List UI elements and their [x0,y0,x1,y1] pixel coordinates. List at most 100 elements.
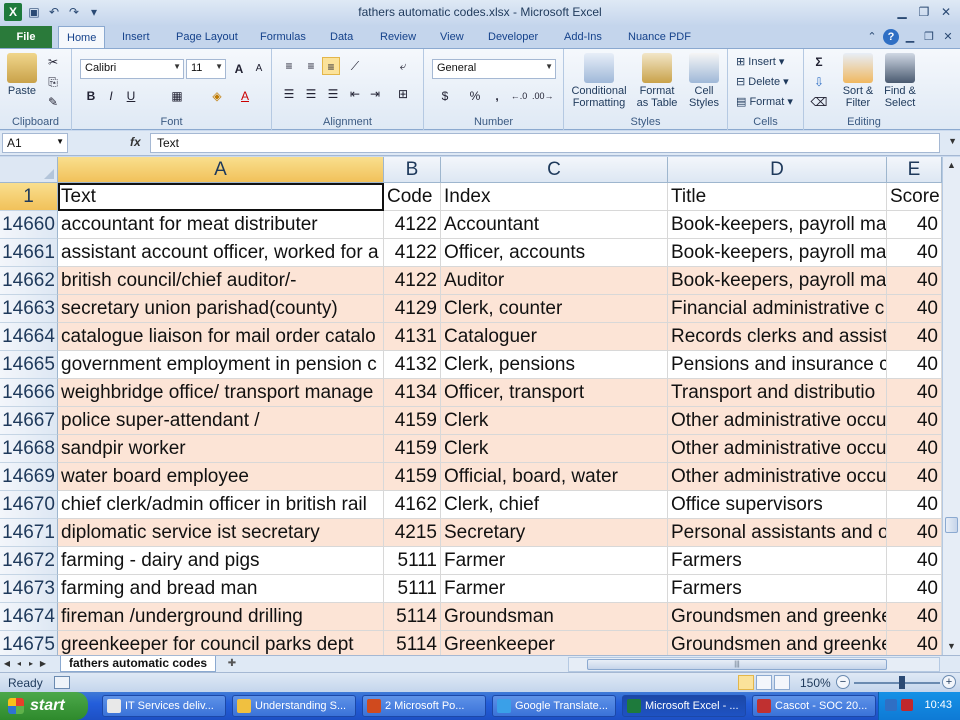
page-break-view-icon[interactable] [774,675,790,690]
align-right-icon[interactable]: ☰ [324,85,342,103]
format-painter-icon[interactable]: ✎ [44,93,62,111]
tab-review[interactable]: Review [372,26,424,48]
merge-center-icon[interactable]: ⊞ [394,85,412,103]
taskbar-item-cascot[interactable]: Cascot - SOC 20... [752,695,876,717]
tab-view[interactable]: View [432,26,472,48]
tab-nuance-pdf[interactable]: Nuance PDF [620,26,699,48]
cell-a[interactable]: government employment in pension c [58,351,384,379]
horizontal-scrollbar[interactable]: ||| [568,657,940,672]
row-header[interactable]: 14674 [0,603,58,631]
cell-a[interactable]: Text [58,183,384,211]
prev-sheet-icon[interactable]: ◂ [14,657,24,671]
column-header-d[interactable]: D [668,157,887,183]
column-header-a[interactable]: A [58,157,384,183]
cell-a[interactable]: catalogue liaison for mail order catalo [58,323,384,351]
comma-style-icon[interactable]: , [488,87,506,105]
taskbar-item-excel[interactable]: Microsoft Excel - ... [622,695,746,717]
row-header[interactable]: 14664 [0,323,58,351]
cell-e[interactable]: 40 [887,603,942,631]
cell-e[interactable]: 40 [887,463,942,491]
insert-sheet-icon[interactable]: ✚ [224,657,240,671]
cell-d[interactable]: Title [668,183,887,211]
cell-d[interactable]: Personal assistants and o [668,519,887,547]
row-header[interactable]: 14672 [0,547,58,575]
cell-b[interactable]: 4159 [384,435,441,463]
cell-b[interactable]: 5114 [384,631,441,655]
cell-c[interactable]: Clerk, counter [441,295,668,323]
cell-d[interactable]: Pensions and insurance c [668,351,887,379]
scroll-up-icon[interactable]: ▲ [943,157,960,174]
doc-minimize-icon[interactable]: ▁ [902,29,918,45]
tab-home[interactable]: Home [58,26,106,49]
wrap-text-icon[interactable]: ⤶ [394,57,412,75]
cell-a[interactable]: secretary union parishad(county) [58,295,384,323]
currency-icon[interactable]: $ [436,87,454,105]
tab-formulas[interactable]: Formulas [252,26,314,48]
row-header[interactable]: 14666 [0,379,58,407]
cell-b[interactable]: 5114 [384,603,441,631]
decrease-decimal-icon[interactable]: .00→ [532,87,554,105]
start-button[interactable]: start [0,692,88,720]
sheet-tab[interactable]: fathers automatic codes [60,656,217,672]
align-middle-icon[interactable]: ≡ [302,57,320,75]
increase-decimal-icon[interactable]: ←.0 [510,87,528,105]
cell-a[interactable]: water board employee [58,463,384,491]
cut-icon[interactable]: ✂ [44,53,62,71]
cell-b[interactable]: 5111 [384,547,441,575]
cell-c[interactable]: Accountant [441,211,668,239]
cell-e[interactable]: 40 [887,435,942,463]
next-sheet-icon[interactable]: ▸ [26,657,36,671]
taskbar-item-it-services[interactable]: IT Services deliv... [102,695,226,717]
cell-e[interactable]: 40 [887,295,942,323]
insert-cells-button[interactable]: ⊞ Insert ▾ [736,55,784,68]
zoom-level[interactable]: 150% [800,676,831,690]
cell-e[interactable]: 40 [887,631,942,655]
doc-close-icon[interactable]: ✕ [940,29,956,45]
font-color-icon[interactable]: A [236,87,254,105]
cell-styles-button[interactable]: Cell Styles [684,53,724,109]
cell-a[interactable]: weighbridge office/ transport manage [58,379,384,407]
scroll-down-icon[interactable]: ▼ [943,638,960,655]
insert-function-icon[interactable]: fx [130,135,141,149]
clear-icon[interactable]: ⌫ [810,93,828,111]
tab-developer[interactable]: Developer [480,26,546,48]
doc-restore-icon[interactable]: ❐ [921,29,937,45]
fill-color-icon[interactable]: ◈ [208,87,226,105]
tab-file[interactable]: File [0,26,52,48]
cell-d[interactable]: Records clerks and assista [668,323,887,351]
borders-icon[interactable]: ▦ [168,87,186,105]
fill-icon[interactable]: ⇩ [810,73,828,91]
cell-e[interactable]: 40 [887,351,942,379]
cell-e[interactable]: 40 [887,491,942,519]
cell-a[interactable]: farming and bread man [58,575,384,603]
format-as-table-button[interactable]: Format as Table [634,53,680,109]
cell-a[interactable]: greenkeeper for council parks dept [58,631,384,655]
cell-d[interactable]: Transport and distributio [668,379,887,407]
cell-b[interactable]: 5111 [384,575,441,603]
grow-font-icon[interactable]: A [230,60,248,78]
cell-e[interactable]: 40 [887,267,942,295]
cell-c[interactable]: Official, board, water [441,463,668,491]
cell-a[interactable]: diplomatic service ist secretary [58,519,384,547]
cell-c[interactable]: Secretary [441,519,668,547]
row-header[interactable]: 14668 [0,435,58,463]
cell-c[interactable]: Farmer [441,575,668,603]
cell-a[interactable]: farming - dairy and pigs [58,547,384,575]
name-box[interactable]: A1 ▼ [2,133,68,153]
delete-cells-button[interactable]: ⊟ Delete ▾ [736,75,789,88]
align-top-icon[interactable]: ≡ [280,57,298,75]
font-name-combo[interactable]: Calibri ▼ [80,59,184,79]
percent-icon[interactable]: % [466,87,484,105]
cell-d[interactable]: Other administrative occu [668,435,887,463]
cell-a[interactable]: sandpir worker [58,435,384,463]
cell-b[interactable]: 4131 [384,323,441,351]
paste-button[interactable]: Paste [4,53,40,97]
cell-b[interactable]: 4215 [384,519,441,547]
scroll-thumb[interactable] [945,517,958,533]
row-header[interactable]: 14675 [0,631,58,655]
cell-d[interactable]: Book-keepers, payroll ma [668,239,887,267]
row-header[interactable]: 14660 [0,211,58,239]
zoom-slider-knob[interactable] [899,676,905,689]
cell-c[interactable]: Clerk, pensions [441,351,668,379]
row-header[interactable]: 14667 [0,407,58,435]
